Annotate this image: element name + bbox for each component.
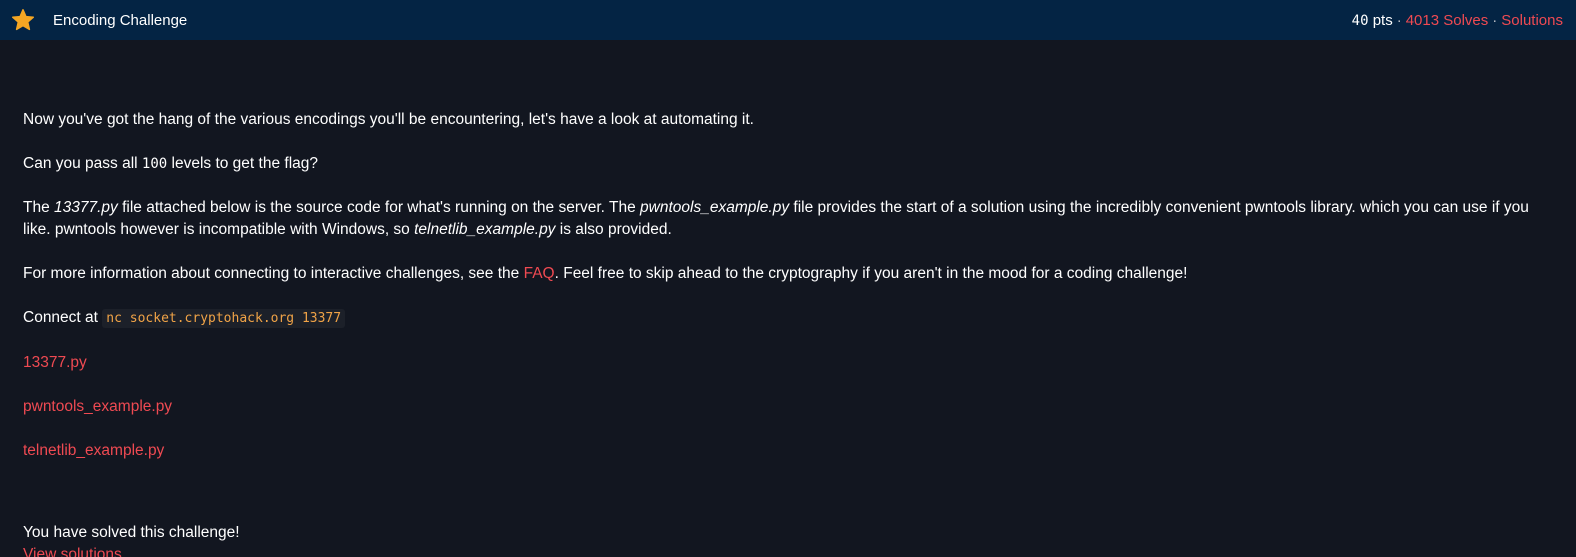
view-solutions-row: View solutions [23,544,1553,557]
file-name-telnetlib: telnetlib_example.py [414,221,556,238]
download-pwntools-example-link[interactable]: pwntools_example.py [23,398,172,415]
files-paragraph: The 13377.py file attached below is the … [23,197,1553,241]
file-name-pwntools: pwntools_example.py [640,199,790,216]
levels-suffix: levels to get the flag? [167,155,319,172]
download-13377-link[interactable]: 13377.py [23,354,87,371]
view-solutions-link[interactable]: View solutions [23,546,122,557]
faq-link[interactable]: FAQ [524,265,555,282]
solves-link[interactable]: 4013 Solves [1406,12,1489,29]
separator: · [1396,11,1402,29]
challenge-title: Encoding Challenge [53,11,188,29]
intro-paragraph: Now you've got the hang of the various e… [23,111,754,128]
points-value: 40 [1351,12,1369,29]
files-text-4: is also provided. [555,221,672,238]
separator: · [1492,11,1498,29]
challenge-header: Encoding Challenge 40 pts · 4013 Solves · So… [0,0,1576,40]
faq-suffix: . Feel free to skip ahead to the cryptog… [554,265,1188,282]
files-text-1: The [23,199,55,216]
challenge-stats: 40 pts · 4013 Solves · Solutions [1352,12,1563,29]
faq-paragraph: For more information about connecting to… [23,263,1553,285]
connect-label: Connect at [23,309,103,326]
file-list-item: pwntools_example.py [23,396,1553,418]
download-telnetlib-example-link[interactable]: telnetlib_example.py [23,442,164,459]
levels-prefix: Can you pass all [23,155,142,172]
header-left: Encoding Challenge [11,8,187,32]
levels-paragraph: Can you pass all 100 levels to get the f… [23,153,1553,175]
file-list-item: 13377.py [23,352,1553,374]
files-text-2: file attached below is the source code f… [117,199,641,216]
connect-command[interactable]: nc socket.cryptohack.org 13377 [102,309,346,328]
levels-count: 100 [141,156,168,172]
faq-prefix: For more information about connecting to… [23,265,524,282]
star-icon[interactable] [11,8,35,32]
connect-paragraph: Connect at nc socket.cryptohack.org 1337… [23,307,1553,330]
solved-status: You have solved this challenge! [23,524,240,541]
solutions-link[interactable]: Solutions [1501,12,1563,29]
file-list-item: telnetlib_example.py [23,440,1553,462]
points-unit: pts [1368,11,1393,29]
file-name-13377: 13377.py [54,199,118,216]
challenge-description: Now you've got the hang of the various e… [0,40,1576,557]
